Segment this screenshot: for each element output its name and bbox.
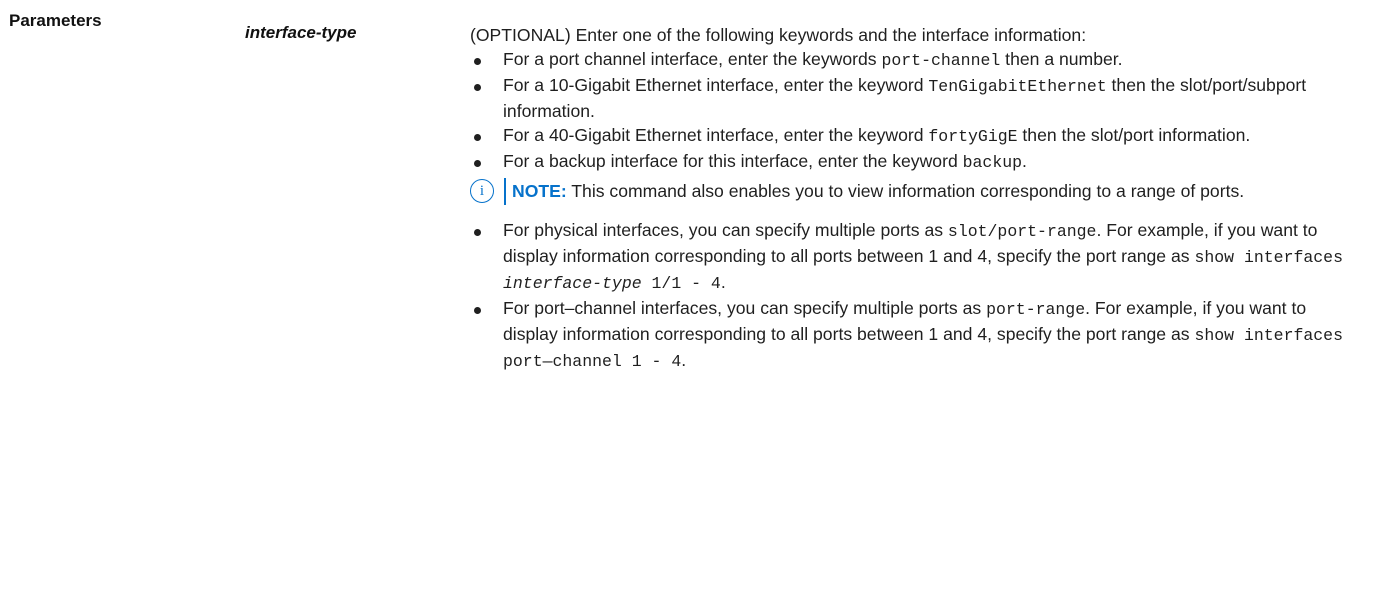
bullet-icon [474, 84, 481, 91]
info-icon: i [470, 179, 494, 203]
note-label: NOTE: [512, 181, 567, 201]
section-title: Parameters [9, 11, 102, 30]
code-argument: interface-type [503, 274, 642, 293]
list-item: For a 10-Gigabit Ethernet interface, ent… [470, 73, 1350, 123]
code-keyword: port-channel [881, 51, 1001, 70]
list-item: For a backup interface for this interfac… [470, 149, 1350, 175]
bullet-icon [474, 229, 481, 236]
bullet-icon [474, 307, 481, 314]
note-box: i NOTE: This command also enables you to… [470, 178, 1350, 205]
keyword-list: For a port channel interface, enter the … [470, 47, 1350, 175]
bullet-icon [474, 58, 481, 65]
code-command: show interfaces [1194, 248, 1343, 267]
code-keyword: port-range [986, 300, 1086, 319]
list-item: For physical interfaces, you can specify… [470, 218, 1350, 296]
code-keyword: slot/port-range [947, 222, 1097, 241]
intro-text: (OPTIONAL) Enter one of the following ke… [470, 25, 1087, 45]
list-item: For a 40-Gigabit Ethernet interface, ent… [470, 123, 1350, 149]
bullet-icon [474, 160, 481, 167]
code-keyword: backup [962, 153, 1023, 172]
note-text: This command also enables you to view in… [566, 181, 1245, 201]
range-list: For physical interfaces, you can specify… [470, 218, 1350, 374]
code-keyword: fortyGigE [928, 127, 1018, 146]
list-item: For port–channel interfaces, you can spe… [470, 296, 1350, 374]
list-item: For a port channel interface, enter the … [470, 47, 1350, 73]
code-command: 1/1 - 4 [641, 274, 721, 293]
code-keyword: TenGigabitEthernet [928, 77, 1107, 96]
parameter-description: (OPTIONAL) Enter one of the following ke… [470, 23, 1350, 374]
parameter-name: interface-type [245, 23, 357, 42]
bullet-icon [474, 134, 481, 141]
